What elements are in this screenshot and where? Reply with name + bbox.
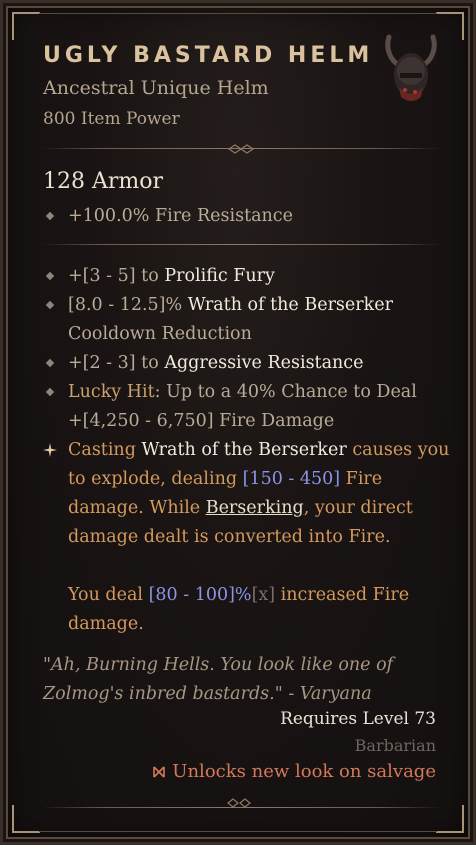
transmog-icon [153,765,166,778]
bullet-icon [45,271,55,281]
separator-bottom [41,802,441,814]
item-power: 800 Item Power [43,109,180,129]
berserking-keyword-link[interactable]: Berserking [206,498,304,518]
helm-icon [385,34,437,101]
frame-edge-top [39,13,437,14]
separator-top [41,143,441,155]
bullet-icon [45,387,55,397]
separator-middle [41,239,441,251]
required-level: Requires Level 73 [280,709,436,729]
armor-value: 128 Armor [43,169,164,194]
separator-ornament-icon [227,144,255,154]
unique-star-icon [43,443,57,457]
required-class: Barbarian [354,736,436,755]
frame-edge-bottom [39,831,437,832]
frame-corner-top-left [12,12,40,40]
flavor-text: "Ah, Burning Hells. You look like one of… [43,655,394,704]
bullet-icon [45,300,55,310]
item-tooltip: UGLY BASTARD HELM Ancestral Unique Helm … [0,0,476,845]
bullet-icon [45,211,55,221]
item-type: Ancestral Unique Helm [43,77,269,99]
unlock-transmog-note: Unlocks new look on salvage [152,761,436,782]
bullet-icon [45,358,55,368]
frame-corner-bottom-left [12,805,40,833]
item-name: UGLY BASTARD HELM [43,43,374,68]
